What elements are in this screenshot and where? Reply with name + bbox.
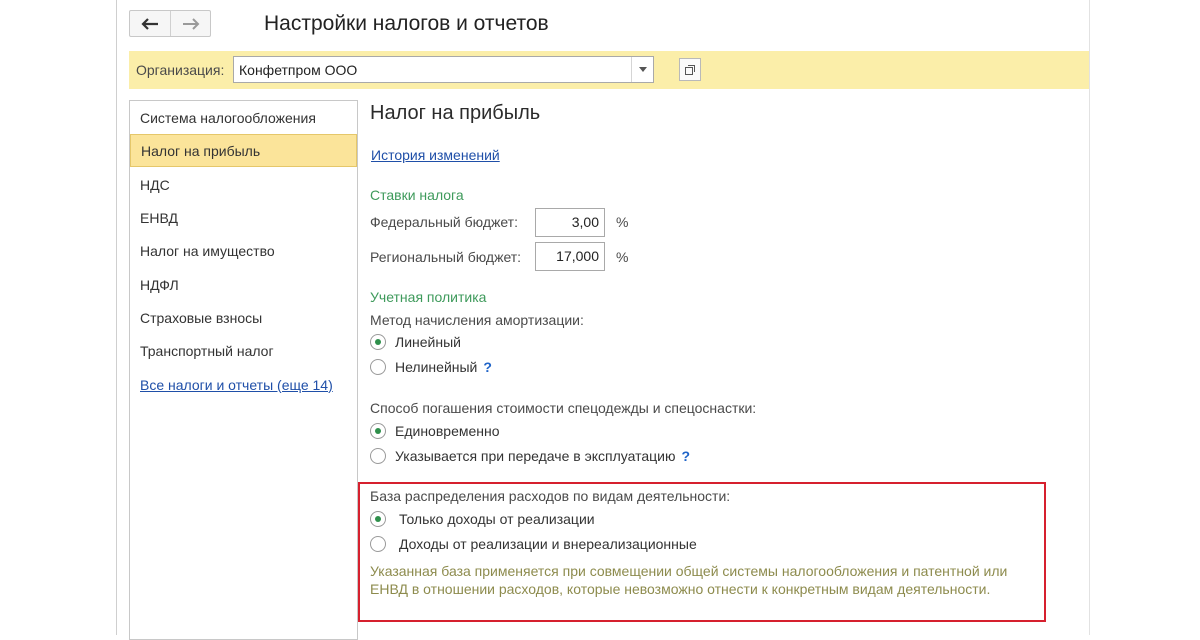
sidebar-item-label: НДФЛ [140,276,179,293]
radio-label: Нелинейный [395,359,478,375]
radio-on-commissioning[interactable]: Указывается при передаче в эксплуатацию … [370,448,690,464]
expense-base-note: Указанная база применяется при совмещени… [370,563,1008,597]
sidebar-item-profit-tax[interactable]: Налог на прибыль [130,134,357,167]
federal-percent-label: % [616,214,629,230]
help-question-icon[interactable]: ? [483,359,492,375]
all-taxes-link-text: Все налоги и отчеты (еще 14) [140,376,333,393]
radio-label: Линейный [395,334,461,350]
radio-button[interactable] [370,359,386,375]
regional-percent-label: % [616,249,629,265]
sidebar-item-label: Страховые взносы [140,309,263,326]
radio-label: Только доходы от реализации [399,511,595,527]
radio-label: Доходы от реализации и внереализационные [399,536,697,552]
radio-button[interactable] [370,536,386,552]
radio-label: Указывается при передаче в эксплуатацию [395,448,676,464]
window-right-border [1089,0,1090,635]
help-question-icon[interactable]: ? [681,448,690,464]
radio-sales-income-only[interactable]: Только доходы от реализации [370,511,595,527]
sidebar-item-transport-tax[interactable]: Транспортный налог [130,334,357,367]
sidebar-item-label: Налог на прибыль [141,142,261,159]
tax-sections-list: Система налогообложения Налог на прибыль… [129,100,358,640]
sidebar-item-label: Налог на имущество [140,242,275,259]
sidebar-item-label: Система налогообложения [140,109,316,126]
organization-input[interactable]: Конфетпром ООО [233,56,654,83]
sidebar-all-taxes-link[interactable]: Все налоги и отчеты (еще 14) [130,368,357,401]
sidebar-item-insurance[interactable]: Страховые взносы [130,301,357,334]
open-window-icon [685,64,695,75]
arrow-right-icon [182,17,199,30]
section-title: Налог на прибыль [370,102,541,124]
navigation-buttons [129,10,211,37]
federal-budget-label: Федеральный бюджет: [370,214,518,230]
radio-linear[interactable]: Линейный [370,334,461,350]
dropdown-arrow-icon [638,67,647,72]
sidebar-item-vat[interactable]: НДС [130,168,357,201]
arrow-left-icon [141,17,158,30]
organization-label: Организация: [136,62,225,78]
sidebar-item-label: НДС [140,176,170,193]
accounting-policy-group-title: Учетная политика [370,289,487,305]
radio-button-checked[interactable] [370,423,386,439]
radio-label: Единовременно [395,423,500,439]
window-left-border [116,0,117,635]
expense-base-label: База распределения расходов по видам дея… [370,488,731,504]
back-button[interactable] [130,11,170,36]
sidebar-item-envd[interactable]: ЕНВД [130,201,357,234]
sidebar-item-tax-system[interactable]: Система налогообложения [130,101,357,134]
organization-bar: Организация: Конфетпром ООО [129,51,1089,89]
organization-open-button[interactable] [679,58,701,81]
regional-budget-label: Региональный бюджет: [370,249,522,265]
workwear-method-label: Способ погашения стоимости спецодежды и … [370,400,757,416]
sidebar-item-label: ЕНВД [140,209,178,226]
sidebar-item-label: Транспортный налог [140,342,274,359]
history-link[interactable]: История изменений [371,147,500,163]
window-title: Настройки налогов и отчетов [264,12,549,35]
sidebar-item-property-tax[interactable]: Налог на имущество [130,234,357,267]
organization-value: Конфетпром ООО [239,61,358,78]
radio-button-checked[interactable] [370,511,386,527]
radio-sales-and-nonoperating[interactable]: Доходы от реализации и внереализационные [370,536,697,552]
radio-nonlinear[interactable]: Нелинейный ? [370,359,492,375]
regional-rate-input[interactable]: 17,000 [535,242,605,271]
forward-button[interactable] [170,11,210,36]
sidebar-item-ndfl[interactable]: НДФЛ [130,268,357,301]
radio-button[interactable] [370,448,386,464]
federal-rate-input[interactable]: 3,00 [535,208,605,237]
radio-one-time[interactable]: Единовременно [370,423,500,439]
tax-rates-group-title: Ставки налога [370,187,464,203]
organization-dropdown-button[interactable] [631,57,653,82]
depreciation-method-label: Метод начисления амортизации: [370,312,584,328]
radio-button-checked[interactable] [370,334,386,350]
